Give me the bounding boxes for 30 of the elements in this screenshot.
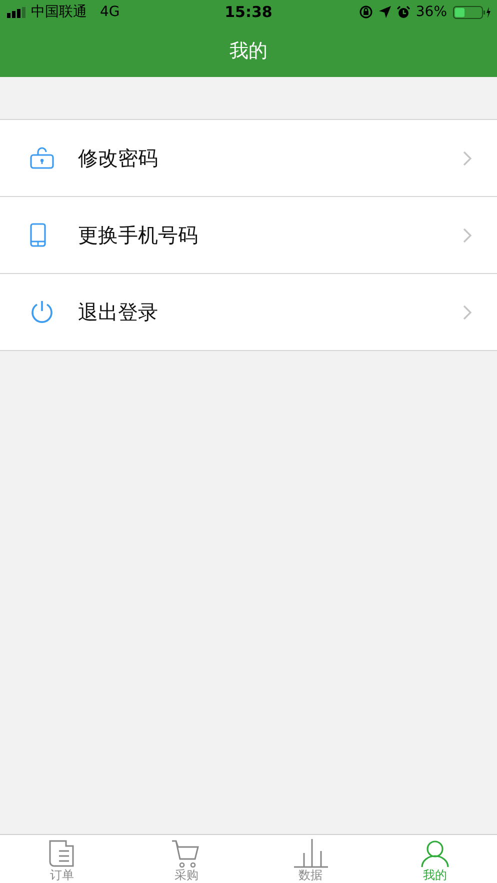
battery-icon (453, 6, 491, 18)
page-title: 我的 (230, 38, 268, 64)
tab-item[interactable]: 订单 (0, 835, 124, 883)
menu-label: 更换手机号码 (77, 222, 199, 248)
rotation-lock-icon (358, 5, 373, 19)
chevron-right-icon (463, 228, 472, 242)
tab-item[interactable]: 采购 (124, 835, 248, 883)
power-icon (30, 300, 54, 324)
clock-time: 15:38 (224, 3, 272, 21)
menu-item[interactable]: 退出登录 (0, 274, 497, 351)
menu-label: 修改密码 (77, 144, 159, 172)
unlock-icon (30, 147, 54, 169)
chevron-right-icon (463, 304, 472, 320)
document-icon (48, 840, 76, 868)
carrier-name: 中国联通 (31, 3, 87, 21)
tab-item[interactable]: 我的 (372, 835, 497, 883)
menu-item[interactable]: 更换手机号码 (0, 197, 497, 274)
cart-icon (172, 840, 200, 868)
chevron-right-icon (463, 150, 472, 166)
battery-percent: 36% (416, 4, 447, 20)
person-icon (420, 840, 449, 868)
menu-label: 退出登录 (77, 298, 159, 326)
signal-icon (7, 6, 27, 18)
network-type: 4G (100, 4, 120, 20)
alarm-icon (396, 6, 410, 18)
phone-icon (30, 223, 46, 247)
tab-item[interactable]: 数据 (248, 835, 373, 883)
location-icon (378, 6, 391, 18)
menu-item[interactable]: 修改密码 (0, 120, 497, 197)
bar-chart-icon (294, 838, 328, 868)
